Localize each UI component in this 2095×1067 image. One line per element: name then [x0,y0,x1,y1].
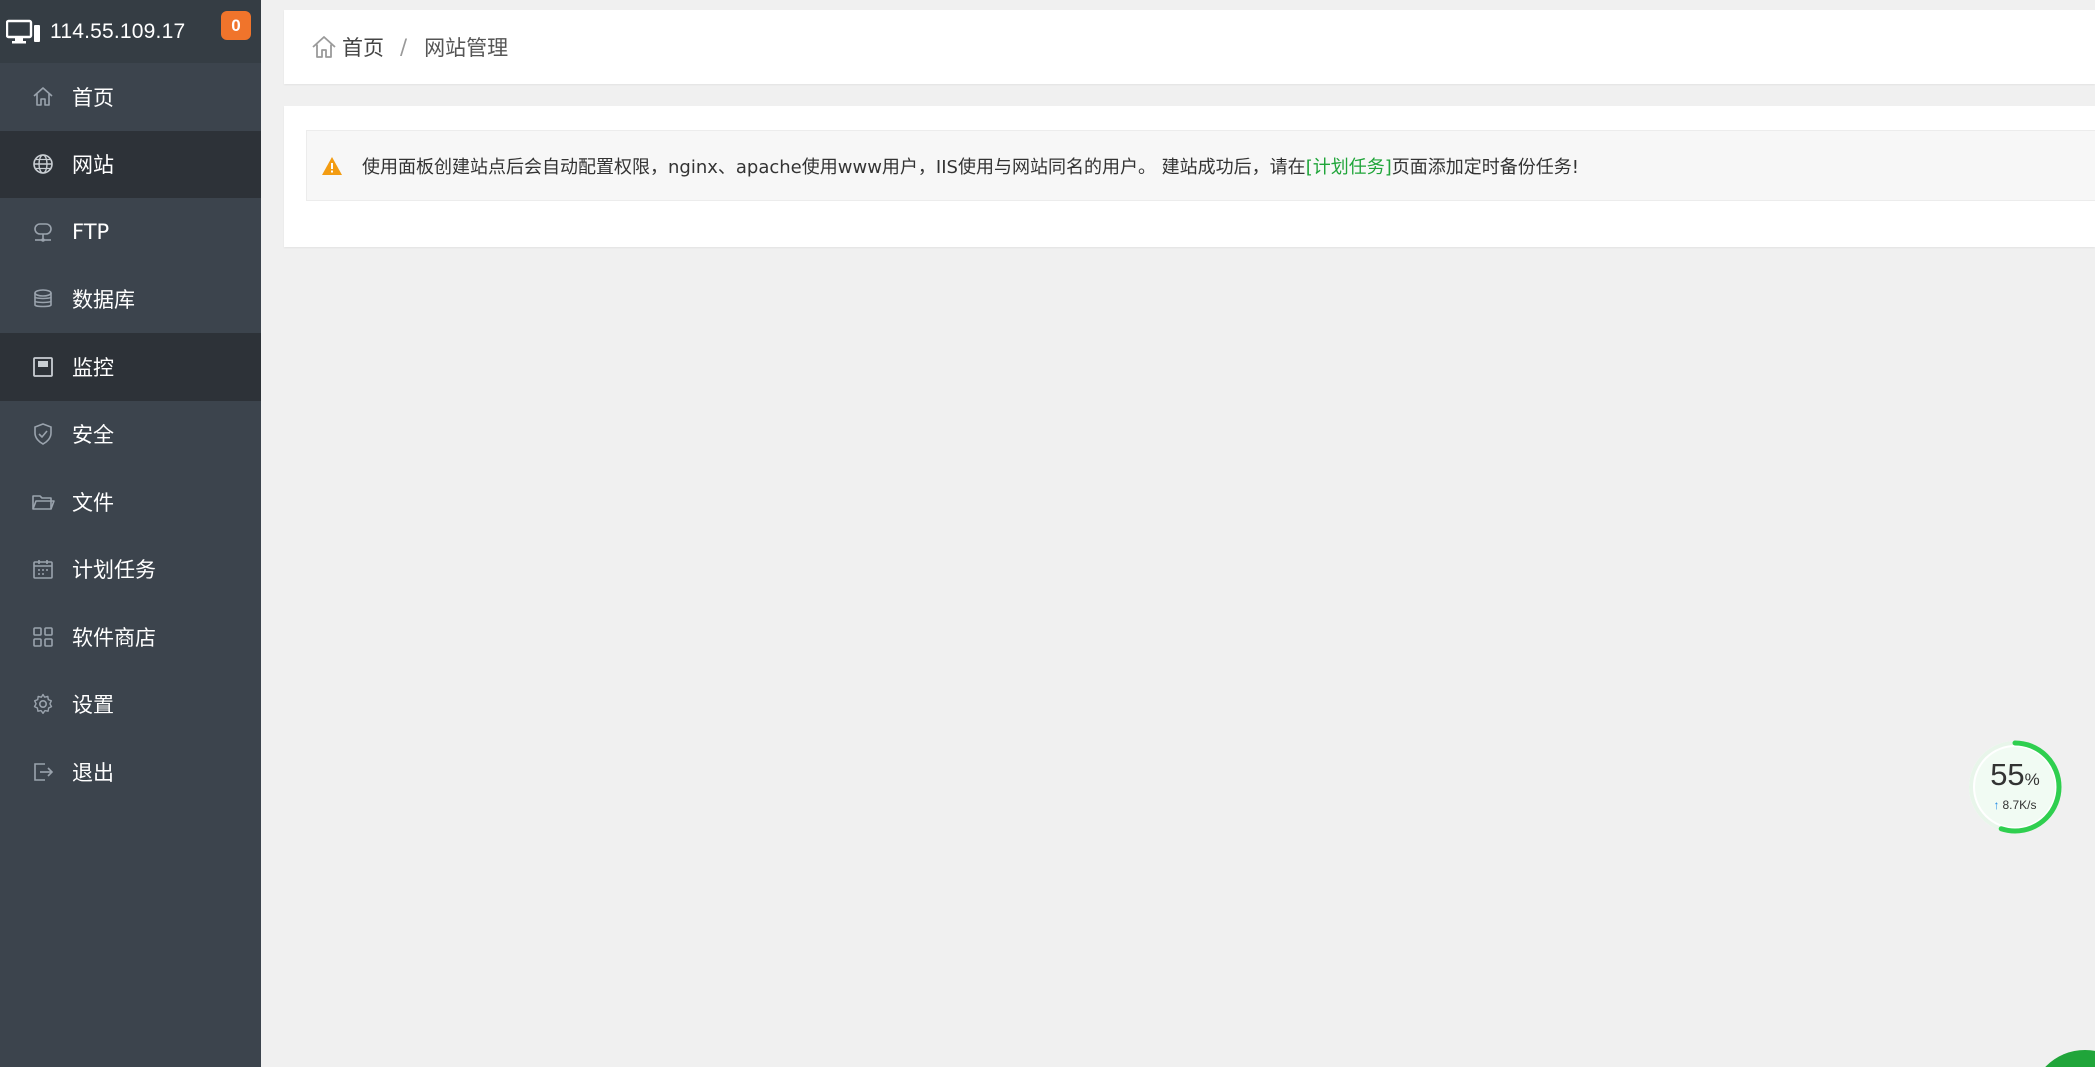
sidebar-item-ftp[interactable]: FTP [0,198,261,266]
notice-text-end: 页面添加定时备份任务! [1391,156,1579,178]
sidebar-header: 114.55.109.17 0 [0,0,261,63]
sidebar-item-label: 软件商店 [72,625,156,650]
notification-badge[interactable]: 0 [221,11,251,40]
breadcrumb: 首页 / 网站管理 [284,10,2095,84]
upload-arrow-icon: ↑ [1993,798,2000,812]
home-icon [31,85,55,109]
sidebar-item-logout[interactable]: 退出 [0,738,261,806]
sidebar-item-label: 文件 [72,490,114,515]
main-content: 首页 / 网站管理 使用面板创建站点后会自动配置权限，nginx、apache使… [261,0,2095,1067]
sidebar-nav: 首页 网站 FTP 数据库 监控 安全 文件 计划任务 软件商店 设置 退出 [0,63,261,806]
sidebar-item-label: 数据库 [72,288,135,313]
grid-icon [31,625,55,649]
sidebar-item-files[interactable]: 文件 [0,468,261,536]
database-icon [31,287,55,311]
sidebar-item-label: FTP [72,219,110,244]
sidebar-item-settings[interactable]: 设置 [0,671,261,739]
sidebar-item-security[interactable]: 安全 [0,401,261,469]
calendar-icon [31,557,55,581]
folder-icon [31,490,55,514]
warning-icon [321,155,345,177]
globe-icon [31,152,55,176]
load-percent: 55% [1990,757,2040,792]
sidebar-item-label: 首页 [72,85,114,110]
cron-task-link[interactable]: [计划任务] [1306,153,1392,179]
server-ip: 114.55.109.17 [50,19,186,43]
sidebar-item-label: 网站 [72,153,114,178]
breadcrumb-current: 网站管理 [424,36,509,60]
sidebar-item-website[interactable]: 网站 [0,130,261,198]
sidebar-item-label: 安全 [72,423,114,448]
sidebar: 114.55.109.17 0 首页 网站 FTP 数据库 监控 安全 文件 计… [0,0,261,1067]
sidebar-item-database[interactable]: 数据库 [0,266,261,334]
sidebar-item-label: 设置 [72,693,114,718]
logout-icon [31,760,55,784]
ftp-icon [31,220,55,244]
notice-banner: 使用面板创建站点后会自动配置权限，nginx、apache使用www用户，IIS… [306,130,2095,201]
breadcrumb-separator: / [400,35,408,59]
network-rate: ↑ 8.7K/s [1993,798,2037,812]
monitor-panel-icon [31,355,55,379]
sidebar-item-label: 计划任务 [72,558,156,583]
sidebar-item-home[interactable]: 首页 [0,63,261,131]
shield-icon [31,422,55,446]
gear-icon [31,692,55,716]
speed-widget[interactable]: 55% ↑ 8.7K/s [1965,737,2065,837]
sidebar-item-label: 退出 [72,760,114,785]
sidebar-item-label: 监控 [72,355,114,380]
app-root: 114.55.109.17 0 首页 网站 FTP 数据库 监控 安全 文件 计… [0,0,2095,1067]
home-icon[interactable] [310,33,338,61]
breadcrumb-home-link[interactable]: 首页 [342,32,384,62]
sidebar-item-store[interactable]: 软件商店 [0,603,261,671]
sidebar-item-cron[interactable]: 计划任务 [0,536,261,604]
notice-text: 使用面板创建站点后会自动配置权限，nginx、apache使用www用户，IIS… [362,156,1306,178]
sidebar-item-monitor[interactable]: 监控 [0,333,261,401]
content-card: 使用面板创建站点后会自动配置权限，nginx、apache使用www用户，IIS… [284,106,2095,247]
monitor-icon [6,19,42,45]
